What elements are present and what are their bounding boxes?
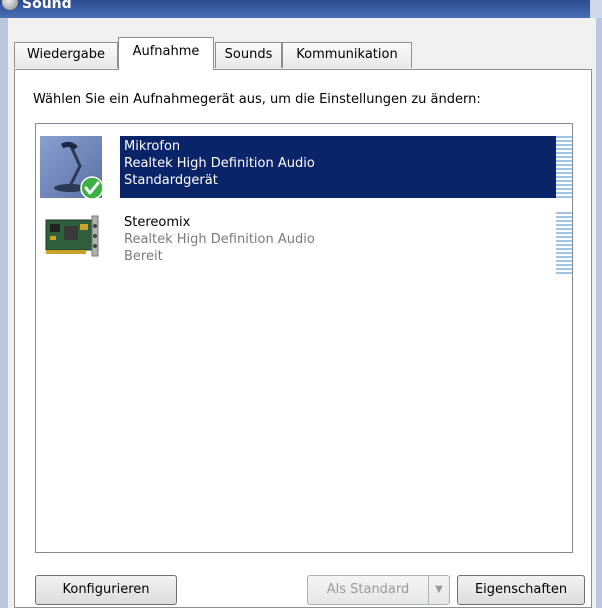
properties-button[interactable]: Eigenschaften	[457, 575, 585, 605]
tab-sounds[interactable]: Sounds	[215, 42, 282, 68]
configure-button[interactable]: Konfigurieren	[35, 575, 177, 605]
title-bar-edge	[590, 0, 602, 18]
device-text: Mikrofon Realtek High Definition Audio S…	[124, 138, 315, 189]
device-status: Bereit	[124, 249, 163, 264]
tab-panel-aufnahme: Wählen Sie ein Aufnahmegerät aus, um die…	[14, 69, 592, 608]
set-default-button[interactable]: Als Standard	[307, 575, 429, 605]
device-driver: Realtek High Definition Audio	[124, 232, 315, 247]
default-check-icon	[80, 176, 104, 200]
tab-wiedergabe[interactable]: Wiedergabe	[14, 42, 118, 68]
device-driver: Realtek High Definition Audio	[124, 156, 315, 171]
device-status: Standardgerät	[124, 173, 218, 188]
window-frame-right	[596, 18, 602, 608]
set-default-dropdown-arrow[interactable]: ▼	[428, 575, 450, 605]
device-item-mikrofon[interactable]: Mikrofon Realtek High Definition Audio S…	[36, 136, 572, 206]
tab-aufnahme[interactable]: Aufnahme	[118, 37, 214, 70]
title-bar: Sound	[0, 0, 602, 18]
device-text: Stereomix Realtek High Definition Audio …	[124, 214, 315, 265]
device-name: Mikrofon	[124, 139, 181, 154]
level-meter	[556, 212, 572, 274]
sound-card-icon	[40, 212, 102, 274]
level-meter	[556, 136, 572, 198]
device-item-stereomix[interactable]: Stereomix Realtek High Definition Audio …	[36, 212, 572, 282]
instruction-text: Wählen Sie ein Aufnahmegerät aus, um die…	[33, 92, 481, 107]
device-name: Stereomix	[124, 215, 191, 230]
speaker-icon	[2, 0, 18, 10]
recording-device-list[interactable]: Mikrofon Realtek High Definition Audio S…	[35, 123, 573, 553]
tab-kommunikation[interactable]: Kommunikation	[282, 42, 412, 68]
chevron-down-icon: ▼	[435, 584, 443, 595]
window-frame-left	[0, 18, 8, 608]
window-title: Sound	[22, 0, 72, 12]
